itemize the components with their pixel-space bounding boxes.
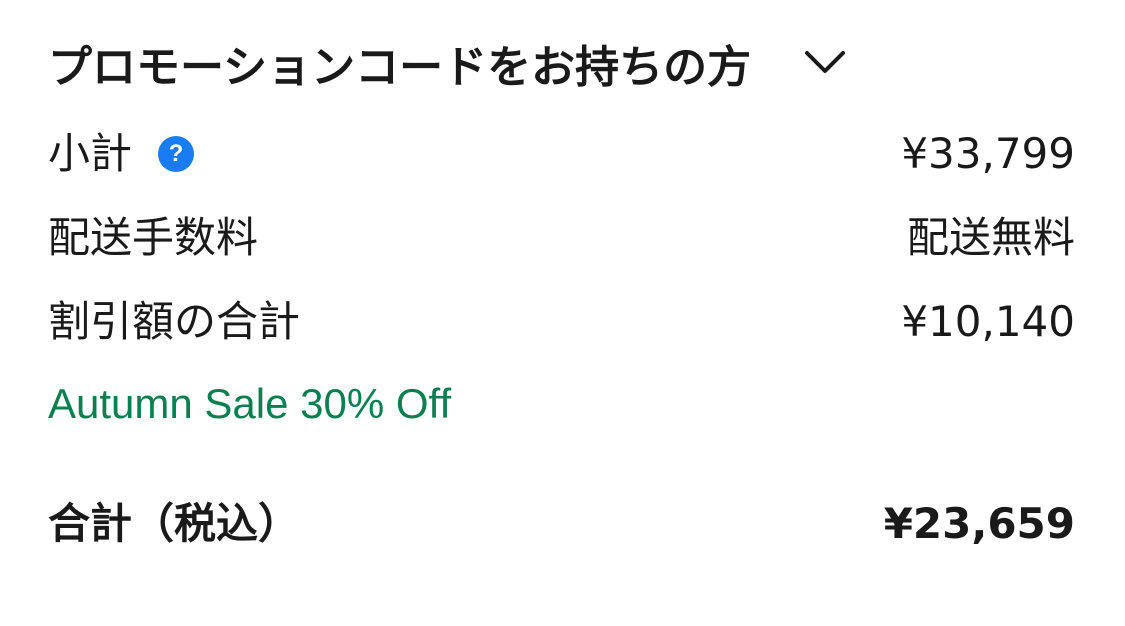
total-row: 合計（税込） ¥23,659 [48, 494, 1075, 554]
promo-code-toggle[interactable]: プロモーションコードをお持ちの方 [48, 38, 847, 98]
applied-promo-name: Autumn Sale 30% Off [48, 380, 452, 427]
subtotal-label-group: 小計 ? [48, 124, 195, 184]
promo-code-label: プロモーションコードをお持ちの方 [48, 42, 752, 93]
chevron-down-icon[interactable] [803, 47, 847, 77]
total-label: 合計（税込） [48, 499, 301, 548]
discount-value: ¥10,140 [901, 297, 1075, 346]
shipping-row: 配送手数料 配送無料 [48, 208, 1075, 268]
discount-label: 割引額の合計 [48, 297, 301, 346]
shipping-label: 配送手数料 [48, 213, 259, 262]
subtotal-value: ¥33,799 [901, 129, 1075, 178]
subtotal-row: 小計 ? ¥33,799 [48, 124, 1075, 184]
question-circle-icon[interactable]: ? [158, 136, 195, 172]
discount-row: 割引額の合計 ¥10,140 [48, 292, 1075, 352]
subtotal-label: 小計 [48, 129, 133, 178]
total-value: ¥23,659 [883, 499, 1075, 548]
shipping-value: 配送無料 [906, 213, 1075, 262]
